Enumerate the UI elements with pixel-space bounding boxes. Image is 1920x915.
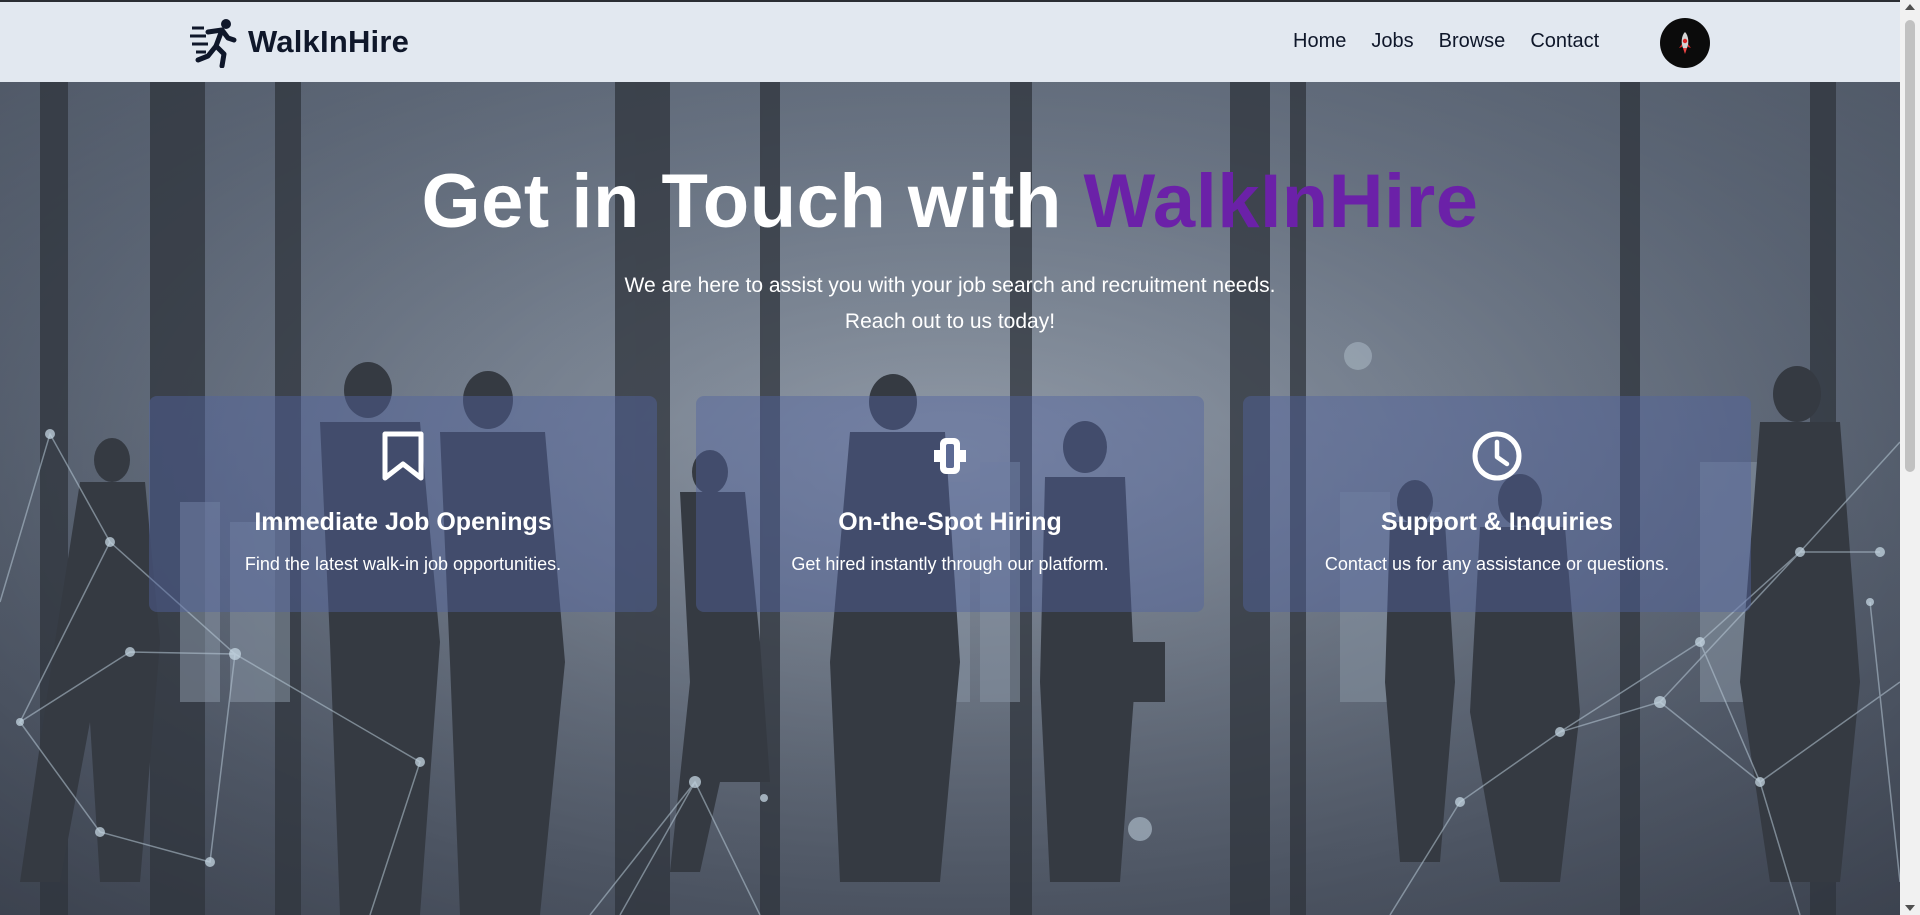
feature-card-support-inquiries: Support & Inquiries Contact us for any a… [1243,396,1751,612]
hero-subtitle: We are here to assist you with your job … [0,268,1900,340]
handshake-icon [934,438,966,474]
clock-icon [1472,431,1522,481]
hero-section: Get in Touch with WalkInHire We are here… [0,82,1900,915]
scrollbar-thumb[interactable] [1905,20,1915,472]
nav-link-contact[interactable]: Contact [1530,30,1599,53]
scroll-down-arrow-icon[interactable] [1905,905,1915,911]
brand[interactable]: WalkInHire [188,16,409,68]
feature-card-on-the-spot-hiring: On-the-Spot Hiring Get hired instantly t… [696,396,1204,612]
card-description: Get hired instantly through our platform… [791,554,1109,574]
scroll-up-arrow-icon[interactable] [1905,4,1915,10]
bookmark-icon [382,431,424,481]
nav-link-home[interactable]: Home [1293,30,1346,53]
page-title: Get in Touch with WalkInHire [0,158,1900,245]
headline-accent: WalkInHire [1083,159,1479,244]
nav-link-jobs[interactable]: Jobs [1371,30,1413,53]
nav-link-browse[interactable]: Browse [1439,30,1506,53]
card-title: On-the-Spot Hiring [838,508,1062,536]
card-description: Find the latest walk-in job opportunitie… [244,554,562,574]
main-nav: Home Jobs Browse Contact [1293,30,1599,53]
card-title: Immediate Job Openings [254,508,552,536]
card-title: Support & Inquiries [1381,508,1613,536]
subtitle-line-1: We are here to assist you with your job … [624,274,1276,297]
headline-main: Get in Touch with [421,159,1084,244]
vertical-scrollbar[interactable] [1900,0,1920,915]
rocket-icon [1679,32,1691,54]
subtitle-line-2: Reach out to us today! [844,310,1056,333]
card-description: Contact us for any assistance or questio… [1324,554,1670,574]
running-person-logo-icon [190,19,237,68]
avatar[interactable] [1660,18,1710,68]
brand-name: WalkInHire [248,24,410,59]
navbar: WalkInHire Home Jobs Browse Contact [0,2,1900,82]
feature-card-job-openings: Immediate Job Openings Find the latest w… [149,396,657,612]
